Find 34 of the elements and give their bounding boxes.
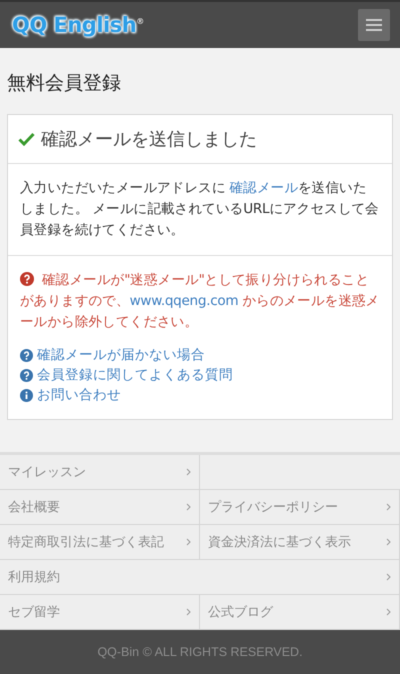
message-text: 入力いただいたメールアドレスに 確認メールを送信いたしました。 メールに記載されているURLにアクセスして会員登録を続けてください。: [20, 179, 380, 240]
question-icon: [20, 368, 33, 382]
logo[interactable]: QQ English$^{®}$: [12, 13, 144, 37]
confirm-mail-link[interactable]: 確認メール: [230, 180, 298, 196]
footer-link[interactable]: セブ留学: [0, 595, 200, 629]
chevron-icon: [386, 503, 391, 511]
footer-link[interactable]: 会社概要: [0, 490, 200, 524]
help-link[interactable]: 会員登録に関してよくある質問: [20, 365, 380, 385]
help-link[interactable]: 確認メールが届かない場合: [20, 345, 380, 365]
question-icon: [20, 272, 34, 286]
footer-link[interactable]: 資金決済法に基づく表示: [200, 525, 400, 559]
warning-text: 確認メールが"迷惑メール"として振り分けられることがありますので、www.qqeng.com からのメールを迷惑メールから除外してください。: [20, 271, 380, 332]
help-link[interactable]: お問い合わせ: [20, 385, 380, 405]
question-icon: [20, 348, 33, 362]
chevron-icon: [386, 573, 391, 581]
menu-button[interactable]: [358, 9, 390, 41]
chevron-icon: [386, 538, 391, 546]
info-icon: [20, 388, 33, 402]
chevron-icon: [386, 608, 391, 616]
page-title: 無料会員登録: [6, 71, 122, 96]
footer-link[interactable]: プライバシーポリシー: [200, 490, 400, 524]
footer-link[interactable]: 特定商取引法に基づく表記: [0, 525, 200, 559]
check-icon: [18, 132, 35, 146]
menu-icon: [366, 19, 382, 31]
chevron-icon: [186, 503, 191, 511]
chevron-icon: [186, 468, 191, 476]
card-title: 確認メールを送信しました: [41, 128, 257, 151]
site-link[interactable]: www.qqeng.com: [130, 293, 238, 309]
copyright-text: QQ-Bin © ALL RIGHTS RESERVED.: [97, 645, 303, 659]
footer-link[interactable]: 公式ブログ: [200, 595, 400, 629]
chevron-icon: [186, 608, 191, 616]
footer-link[interactable]: マイレッスン: [0, 455, 200, 489]
chevron-icon: [186, 538, 191, 546]
footer-link[interactable]: 利用規約: [0, 560, 400, 594]
